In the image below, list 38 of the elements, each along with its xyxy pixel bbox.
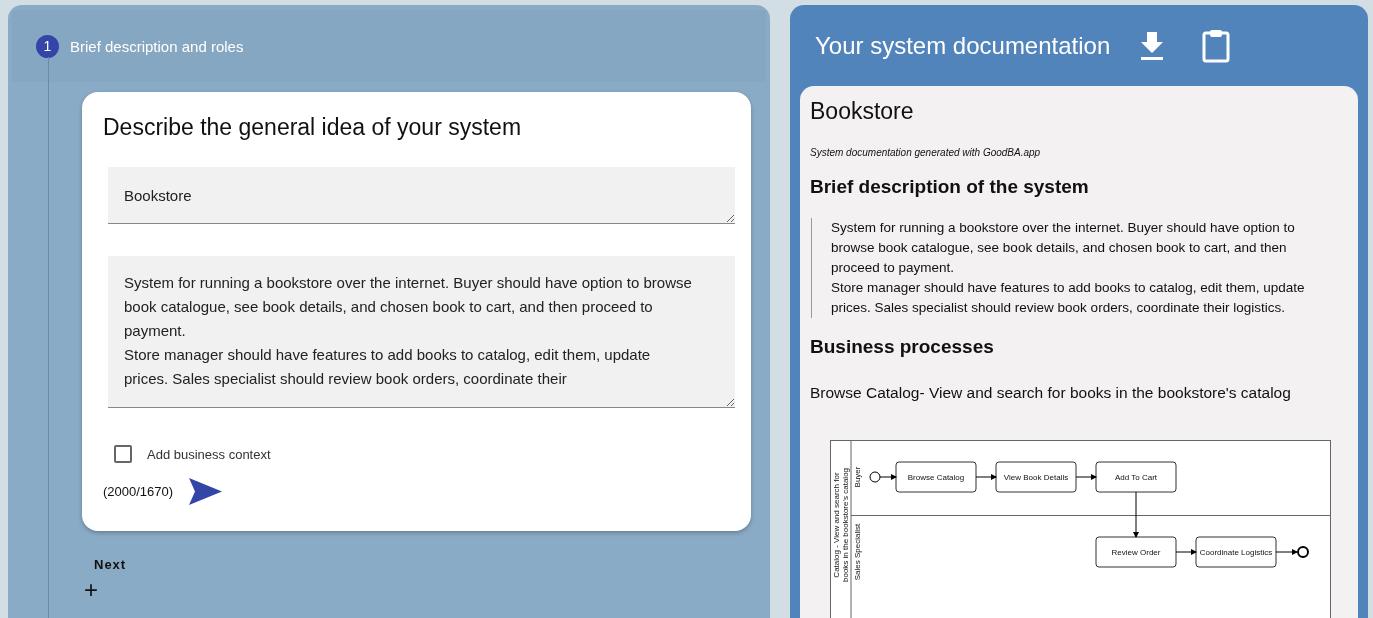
task-node: Browse Catalog	[895, 461, 977, 493]
lane-label: Sales Specialist	[853, 523, 862, 581]
end-event	[1297, 546, 1309, 558]
lane-label: Buyer	[853, 466, 862, 488]
send-icon[interactable]	[189, 478, 223, 505]
clipboard-icon[interactable]	[1202, 28, 1231, 63]
quote-text: System for running a bookstore over the internet. Buyer should have option to browse book catalogue, see book details, and chosen book to cart, and then proceed to payment.	[831, 219, 1296, 277]
flow-arrow	[879, 474, 897, 480]
quote-text: Store manager should have features to add books to catalog, edit them, update prices. Sales specialist should review book orders, coordinate their logistics.	[831, 279, 1306, 317]
section-heading: Brief description of the system	[810, 176, 1090, 198]
add-button[interactable]: +	[82, 578, 100, 602]
start-event	[869, 471, 881, 483]
flow-arrow	[975, 474, 997, 480]
card-title: Describe the general idea of your system	[103, 114, 523, 141]
document-title: Bookstore	[810, 98, 915, 125]
name-field[interactable]: Bookstore	[108, 167, 735, 224]
flow-arrow	[1275, 549, 1298, 555]
flow-arrow	[1075, 474, 1097, 480]
download-icon[interactable]	[1140, 31, 1165, 60]
task-node: Add To Cart	[1095, 461, 1177, 493]
pool-label: Catalog - View and search for books in the bookstore's catalog	[832, 468, 850, 582]
section-heading: Business processes	[810, 336, 995, 358]
checkbox[interactable]	[114, 445, 132, 463]
flow-arrow	[1133, 491, 1139, 538]
step-number: 1	[36, 34, 59, 58]
character-counter: (2000/1670)	[103, 484, 174, 499]
step-label: Brief description and roles	[70, 37, 244, 55]
step-header[interactable]: 1 Brief description and roles	[12, 10, 766, 82]
document-subtitle: System documentation generated with GoodBA.app	[810, 147, 1042, 158]
process-description: Browse Catalog- View and search for books in the bookstore's catalog	[810, 384, 1292, 402]
task-node: Coordinate Logistics	[1195, 536, 1277, 568]
panel-title: Your system documentation	[815, 31, 1111, 60]
flow-arrow	[1175, 549, 1197, 555]
next-button[interactable]: Next	[90, 555, 131, 574]
checkbox-label: Add business context	[147, 446, 271, 462]
task-node: View Book Details	[995, 461, 1077, 493]
task-node: Review Order	[1095, 536, 1177, 568]
description-field[interactable]: System for running a bookstore over the internet. Buyer should have option to browse book catalogue, see book details, and chosen book to cart, and then proceed to payment. Store manager should have features to add books to catalog, edit them, update prices. Sales specialist should review book orders, coordinate their	[108, 256, 735, 408]
